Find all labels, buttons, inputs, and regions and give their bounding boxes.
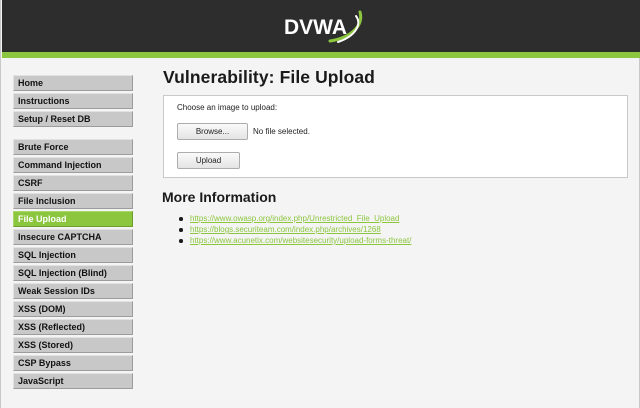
link-item: https://www.acunetix.com/websitesecurity… — [179, 236, 411, 246]
sidebar-item-csp-bypass[interactable]: CSP Bypass — [13, 355, 133, 371]
sidebar-item-file-inclusion[interactable]: File Inclusion — [13, 193, 133, 209]
sidebar-item-sql-injection-blind[interactable]: SQL Injection (Blind) — [13, 265, 133, 281]
sidebar-item-brute-force[interactable]: Brute Force — [13, 139, 133, 155]
link-item: https://www.owasp.org/index.php/Unrestri… — [179, 214, 411, 224]
upload-form: Choose an image to upload: Browse... No … — [163, 95, 628, 178]
menu-group: Home Instructions Setup / Reset DB — [13, 75, 133, 127]
sidebar-item-javascript[interactable]: JavaScript — [13, 373, 133, 389]
sidebar-item-sql-injection[interactable]: SQL Injection — [13, 247, 133, 263]
sidebar-item-xss-stored[interactable]: XSS (Stored) — [13, 337, 133, 353]
owasp-link[interactable]: https://www.owasp.org/index.php/Unrestri… — [190, 214, 399, 223]
upload-label: Choose an image to upload: — [177, 103, 278, 112]
sidebar-item-insecure-captcha[interactable]: Insecure CAPTCHA — [13, 229, 133, 245]
sidebar-item-command-injection[interactable]: Command Injection — [13, 157, 133, 173]
securiteam-link[interactable]: https://blogs.securiteam.com/index.php/a… — [190, 225, 381, 234]
menu-group: Brute Force Command Injection CSRF File Inc… — [13, 139, 133, 389]
sidebar-menu: Home Instructions Setup / Reset DB Brute Fo… — [13, 75, 133, 401]
logo-text: DVWA — [284, 16, 347, 39]
sidebar-item-csrf[interactable]: CSRF — [13, 175, 133, 191]
sidebar-item-xss-reflected[interactable]: XSS (Reflected) — [13, 319, 133, 335]
sidebar-item-instructions[interactable]: Instructions — [13, 93, 133, 109]
page-title: Vulnerability: File Upload — [163, 67, 375, 87]
page-frame: DVWA Home Instructions Setup / Reset DB Bru… — [0, 0, 640, 408]
upload-button[interactable]: Upload — [177, 152, 240, 169]
sidebar-item-xss-dom[interactable]: XSS (DOM) — [13, 301, 133, 317]
sidebar-item-weak-session-ids[interactable]: Weak Session IDs — [13, 283, 133, 299]
sidebar-item-setup-reset-db[interactable]: Setup / Reset DB — [13, 111, 133, 127]
link-item: https://blogs.securiteam.com/index.php/a… — [179, 225, 411, 235]
more-info-links: https://www.owasp.org/index.php/Unrestri… — [179, 214, 411, 247]
dvwa-logo: DVWA — [284, 10, 363, 43]
file-status-text: No file selected. — [253, 127, 310, 136]
more-info-heading: More Information — [162, 189, 277, 205]
acunetix-link[interactable]: https://www.acunetix.com/websitesecurity… — [190, 236, 411, 245]
sidebar-item-file-upload[interactable]: File Upload — [13, 211, 133, 227]
header-accent-bar — [2, 52, 640, 58]
sidebar-item-home[interactable]: Home — [13, 75, 133, 91]
header-bar: DVWA — [2, 0, 640, 52]
browse-button[interactable]: Browse... — [177, 123, 248, 140]
